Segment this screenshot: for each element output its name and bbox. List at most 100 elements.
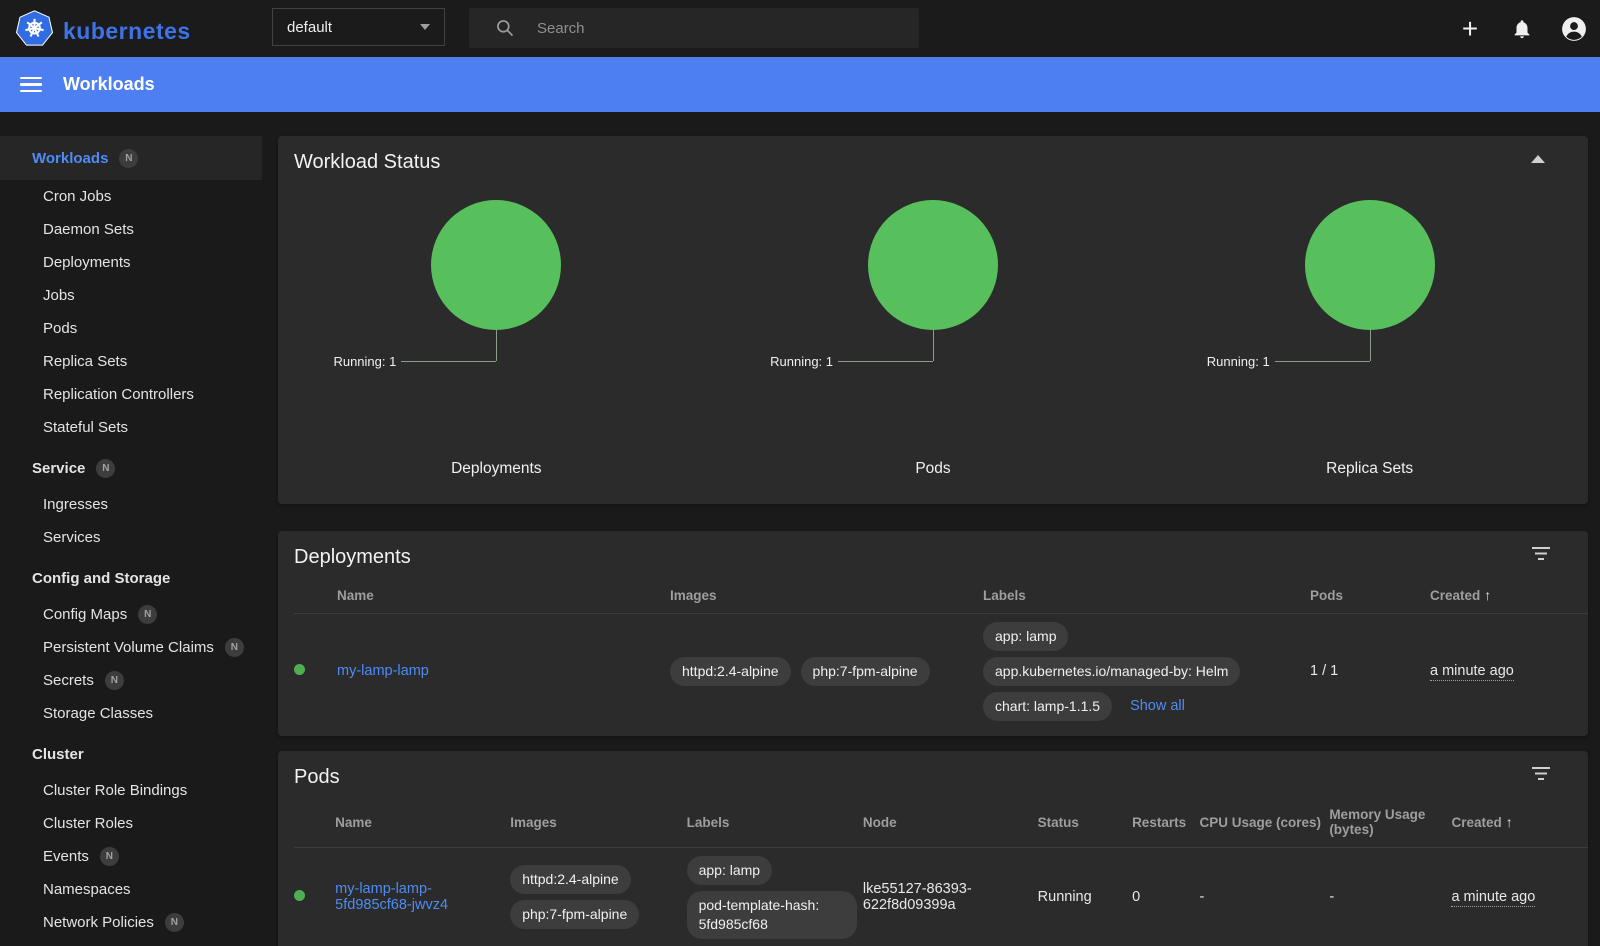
callout-line bbox=[838, 361, 933, 362]
sidebar-item-jobs[interactable]: Jobs bbox=[0, 279, 262, 312]
account-circle-icon bbox=[1561, 16, 1587, 42]
status-ok-dot bbox=[294, 664, 305, 675]
new-badge: N bbox=[119, 149, 138, 168]
sidebar-item-workloads[interactable]: Workloads N bbox=[0, 136, 262, 180]
pie-running-segment bbox=[868, 200, 998, 330]
page-title: Workloads bbox=[63, 74, 155, 95]
column-name[interactable]: Name bbox=[335, 797, 510, 848]
kubernetes-logo[interactable]: kubernetes bbox=[16, 10, 191, 52]
sidebar-item-events[interactable]: Events N bbox=[0, 840, 262, 873]
running-count-label: Running: 1 bbox=[770, 354, 833, 369]
collapse-card-icon[interactable] bbox=[1531, 155, 1545, 163]
sidebar-item-storage-classes[interactable]: Storage Classes bbox=[0, 697, 262, 730]
sidebar-item-config-maps[interactable]: Config Maps N bbox=[0, 598, 262, 631]
sidebar-item-secrets[interactable]: Secrets N bbox=[0, 664, 262, 697]
sidebar-item-replica-sets[interactable]: Replica Sets bbox=[0, 345, 262, 378]
sidebar-item-service[interactable]: Service N bbox=[0, 448, 262, 488]
column-images[interactable]: Images bbox=[670, 577, 983, 614]
workload-status-title: Workload Status bbox=[278, 136, 1588, 174]
brand-wordmark: kubernetes bbox=[63, 18, 191, 45]
filter-icon[interactable] bbox=[1532, 767, 1550, 786]
pods-table: Name Images Labels Node Status Restarts … bbox=[294, 797, 1588, 946]
sort-ascending-icon: ↑ bbox=[1506, 814, 1513, 830]
menu-button[interactable] bbox=[20, 73, 42, 97]
new-badge: N bbox=[96, 459, 115, 478]
column-created[interactable]: Created↑ bbox=[1430, 577, 1588, 614]
pod-cpu: - bbox=[1200, 848, 1330, 946]
column-labels[interactable]: Labels bbox=[983, 577, 1310, 614]
kubernetes-helm-icon bbox=[16, 10, 53, 52]
callout-line bbox=[933, 330, 934, 361]
namespace-selected-value: default bbox=[287, 19, 420, 36]
chevron-down-icon bbox=[420, 24, 430, 30]
sidebar-item-ingresses[interactable]: Ingresses bbox=[0, 488, 262, 521]
sidebar-item-pods[interactable]: Pods bbox=[0, 312, 262, 345]
running-count-label: Running: 1 bbox=[1207, 354, 1270, 369]
new-badge: N bbox=[225, 638, 244, 657]
sidebar-item-daemon-sets[interactable]: Daemon Sets bbox=[0, 213, 262, 246]
image-chip: httpd:2.4-alpine bbox=[670, 657, 791, 686]
new-badge: N bbox=[165, 913, 184, 932]
sidebar-item-config-and-storage[interactable]: Config and Storage bbox=[0, 558, 262, 598]
column-images[interactable]: Images bbox=[510, 797, 686, 848]
column-labels[interactable]: Labels bbox=[687, 797, 863, 848]
sidebar-item-stateful-sets[interactable]: Stateful Sets bbox=[0, 411, 262, 444]
sidebar-item-persistent-volume-claims[interactable]: Persistent Volume Claims N bbox=[0, 631, 262, 664]
show-all-link[interactable]: Show all bbox=[1130, 698, 1185, 714]
column-status-text[interactable]: Status bbox=[1038, 797, 1132, 848]
table-row: my-lamp-lamp httpd:2.4-alpine php:7-fpm-… bbox=[294, 614, 1588, 729]
pod-memory: - bbox=[1329, 848, 1451, 946]
column-restarts[interactable]: Restarts bbox=[1132, 797, 1199, 848]
search-input[interactable] bbox=[537, 20, 867, 37]
column-cpu[interactable]: CPU Usage (cores) bbox=[1200, 797, 1330, 848]
search-icon bbox=[495, 18, 515, 38]
label-chip: app: lamp bbox=[983, 622, 1068, 651]
sidebar-item-network-policies[interactable]: Network Policies N bbox=[0, 906, 262, 939]
sidebar-item-cluster-roles[interactable]: Cluster Roles bbox=[0, 807, 262, 840]
namespace-selector[interactable]: default bbox=[272, 8, 445, 46]
pods-status-chart: Running: 1 Pods bbox=[715, 174, 1152, 494]
table-row: my-lamp-lamp-5fd985cf68-jwvz4 httpd:2.4-… bbox=[294, 848, 1588, 946]
sidebar-item-cron-jobs[interactable]: Cron Jobs bbox=[0, 180, 262, 213]
sort-ascending-icon: ↑ bbox=[1484, 587, 1491, 603]
workload-status-card: Workload Status Running: 1 Deployments R… bbox=[278, 136, 1588, 504]
running-count-label: Running: 1 bbox=[333, 354, 396, 369]
sidebar-item-replication-controllers[interactable]: Replication Controllers bbox=[0, 378, 262, 411]
callout-line bbox=[1275, 361, 1370, 362]
deployment-name-link[interactable]: my-lamp-lamp bbox=[337, 663, 429, 679]
create-resource-button[interactable]: + bbox=[1444, 0, 1496, 57]
label-chip: chart: lamp-1.1.5 bbox=[983, 692, 1112, 721]
node-name: lke55127-86393-622f8d09399a bbox=[863, 848, 1038, 946]
deployments-card: Deployments Name Images bbox=[278, 531, 1588, 736]
new-badge: N bbox=[138, 605, 157, 624]
column-memory[interactable]: Memory Usage (bytes) bbox=[1329, 797, 1451, 848]
column-node[interactable]: Node bbox=[863, 797, 1038, 848]
sidebar-item-namespaces[interactable]: Namespaces bbox=[0, 873, 262, 906]
column-name[interactable]: Name bbox=[337, 577, 670, 614]
app-bar: Workloads bbox=[0, 57, 1600, 112]
column-created[interactable]: Created↑ bbox=[1451, 797, 1588, 848]
created-age: a minute ago bbox=[1430, 663, 1514, 681]
column-pods[interactable]: Pods bbox=[1310, 577, 1430, 614]
column-status bbox=[294, 797, 335, 848]
image-chip: php:7-fpm-alpine bbox=[801, 657, 930, 686]
pod-status: Running bbox=[1038, 848, 1132, 946]
notifications-button[interactable] bbox=[1496, 0, 1548, 57]
plus-icon: + bbox=[1462, 15, 1478, 43]
search-bar[interactable] bbox=[469, 8, 919, 48]
sidebar-item-cluster-role-bindings[interactable]: Cluster Role Bindings bbox=[0, 774, 262, 807]
deployments-status-chart: Running: 1 Deployments bbox=[278, 174, 715, 494]
created-age: a minute ago bbox=[1451, 889, 1535, 907]
sidebar-item-cluster[interactable]: Cluster bbox=[0, 734, 262, 774]
filter-icon[interactable] bbox=[1532, 547, 1550, 566]
deployments-table: Name Images Labels Pods Created↑ my-lamp… bbox=[294, 577, 1588, 729]
label-chip: app: lamp bbox=[687, 856, 772, 885]
bell-icon bbox=[1511, 18, 1533, 40]
sidebar-item-services[interactable]: Services bbox=[0, 521, 262, 554]
chart-title: Pods bbox=[715, 460, 1152, 478]
replica-sets-status-chart: Running: 1 Replica Sets bbox=[1151, 174, 1588, 494]
pod-name-link[interactable]: my-lamp-lamp-5fd985cf68-jwvz4 bbox=[335, 881, 448, 913]
new-badge: N bbox=[100, 847, 119, 866]
account-button[interactable] bbox=[1548, 0, 1600, 57]
sidebar-item-deployments[interactable]: Deployments bbox=[0, 246, 262, 279]
